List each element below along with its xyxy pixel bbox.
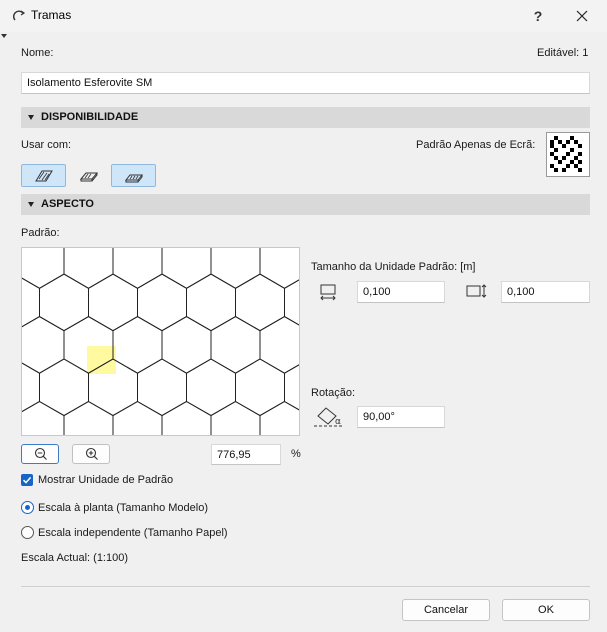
hexagon-cell xyxy=(112,248,163,289)
collapse-triangle-icon xyxy=(28,202,34,207)
hexagon-cell xyxy=(186,273,236,332)
zoom-out-button[interactable] xyxy=(21,444,59,464)
hexagon-cell xyxy=(259,316,299,374)
pattern-label: Padrão: xyxy=(21,227,60,239)
hexagon-cell xyxy=(161,248,212,289)
availability-section-header[interactable]: DISPONIBILIDADE xyxy=(21,107,590,128)
ok-button[interactable]: OK xyxy=(502,599,590,621)
name-input[interactable] xyxy=(21,72,590,94)
hexagon-cell xyxy=(63,248,114,289)
rotation-input[interactable] xyxy=(357,406,445,428)
show-unit-label: Mostrar Unidade de Padrão xyxy=(38,474,174,486)
zoom-input[interactable] xyxy=(211,444,281,465)
hexagon-cell xyxy=(259,400,299,435)
use-with-label: Usar com: xyxy=(21,139,72,151)
cancel-button[interactable]: Cancelar xyxy=(402,599,490,621)
zoom-out-icon xyxy=(34,447,47,460)
checkmark-icon xyxy=(22,476,32,484)
cover-fill-icon xyxy=(79,172,99,182)
unit-width-icon xyxy=(320,284,336,301)
hexagon-cell xyxy=(186,358,236,417)
aspect-section-header[interactable]: ASPECTO xyxy=(21,194,590,215)
close-icon[interactable] xyxy=(568,4,596,28)
hexagon-cell xyxy=(235,273,285,332)
zoom-unit-label: % xyxy=(291,448,301,460)
corner-marker-icon xyxy=(1,34,7,38)
aspect-header-text: ASPECTO xyxy=(41,198,94,210)
hexagon-cell xyxy=(63,400,114,435)
hexagon-cell xyxy=(22,400,65,435)
hexagon-pattern xyxy=(22,248,299,435)
show-unit-checkbox[interactable] xyxy=(21,474,33,486)
editable-label: Editável: 1 xyxy=(537,47,589,59)
collapse-triangle-icon xyxy=(28,115,34,120)
window-title: Tramas xyxy=(31,8,72,22)
scale-paper-label: Escala independente (Tamanho Papel) xyxy=(38,527,228,539)
scale-model-radio[interactable] xyxy=(21,501,34,514)
hexagon-cell xyxy=(284,364,299,411)
hexagon-cell xyxy=(112,400,163,435)
hexagon-cell xyxy=(88,273,138,332)
scale-model-label: Escala à planta (Tamanho Modelo) xyxy=(38,502,208,514)
hexagon-cell xyxy=(210,400,261,435)
footer-divider xyxy=(21,586,590,587)
hexagon-cell xyxy=(112,316,163,374)
use-with-drafting-button[interactable] xyxy=(111,164,156,187)
name-label: Nome: xyxy=(21,47,54,59)
rotation-angle-icon: α xyxy=(314,407,342,427)
zoom-in-icon xyxy=(85,447,98,460)
hexagon-cell xyxy=(235,358,285,417)
cut-fill-icon xyxy=(35,170,53,182)
current-scale-label: Escala Actual: (1:100) xyxy=(21,552,129,564)
screen-pattern-label: Padrão Apenas de Ecrã: xyxy=(416,139,536,151)
hexagon-cell xyxy=(137,358,187,417)
drafting-fill-icon xyxy=(124,174,144,183)
availability-header-text: DISPONIBILIDADE xyxy=(41,111,139,123)
unit-width-input[interactable] xyxy=(357,281,445,303)
svg-text:α: α xyxy=(335,417,341,427)
hexagon-cell xyxy=(284,279,299,326)
rotation-label: Rotação: xyxy=(311,387,356,399)
hexagon-cell xyxy=(137,273,187,332)
scale-paper-radio[interactable] xyxy=(21,526,34,539)
hexagon-cell xyxy=(161,316,212,374)
hexagon-cell xyxy=(39,273,89,332)
help-button[interactable]: ? xyxy=(524,4,552,28)
hexagon-cell xyxy=(210,316,261,374)
zoom-in-button[interactable] xyxy=(72,444,110,464)
unit-height-input[interactable] xyxy=(501,281,590,303)
hexagon-cell xyxy=(39,358,89,417)
title-bar xyxy=(0,0,607,32)
hexagon-cell xyxy=(210,248,261,289)
screen-pattern-preview[interactable] xyxy=(546,132,590,177)
unit-height-icon xyxy=(466,284,487,298)
hexagon-cell xyxy=(22,316,65,374)
unit-size-label: Tamanho da Unidade Padrão: [m] xyxy=(311,261,476,273)
use-with-cut-button[interactable] xyxy=(21,164,66,187)
use-with-cover-button[interactable] xyxy=(68,164,108,187)
hexagon-cell xyxy=(161,400,212,435)
pattern-preview[interactable] xyxy=(21,247,300,436)
app-refresh-icon xyxy=(12,10,26,21)
